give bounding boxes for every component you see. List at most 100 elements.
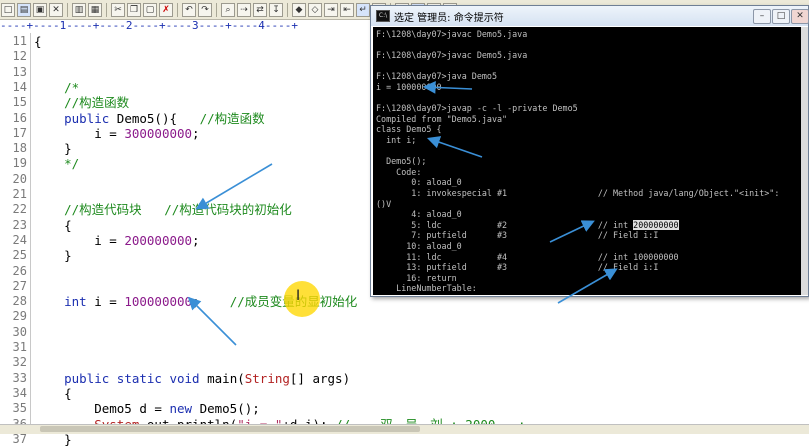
line-number: 37 xyxy=(12,431,27,446)
indent-icon[interactable]: ⇥ xyxy=(324,2,338,17)
line-number: 26 xyxy=(12,263,27,278)
maximize-button[interactable]: □ xyxy=(772,9,790,24)
outdent-icon[interactable]: ⇤ xyxy=(340,2,354,17)
code-line[interactable]: Demo5 d = new Demo5(); xyxy=(34,401,260,416)
console-line: F:\1208\day07>javac Demo5.java xyxy=(376,50,528,61)
save-icon[interactable]: ▣ xyxy=(33,2,47,17)
console-line: Code: xyxy=(376,166,422,177)
new-file-icon[interactable]: □ xyxy=(1,2,15,17)
code-line[interactable]: { xyxy=(34,218,72,233)
line-number: 14 xyxy=(12,79,27,94)
line-number: 16 xyxy=(12,110,27,125)
line-number: 17 xyxy=(12,125,27,140)
console-app-icon: C:\ xyxy=(376,10,390,22)
command-prompt-window[interactable]: C:\ 选定 管理员: 命令提示符 – □ ✕ F:\1208\day07>ja… xyxy=(370,5,809,297)
console-line: F:\1208\day07>java Demo5 xyxy=(376,71,498,82)
console-line: F:\1208\day07>javap -c -l -private Demo5 xyxy=(376,103,578,114)
console-line: Compiled from "Demo5.java" xyxy=(376,113,508,124)
line-number: 33 xyxy=(12,370,27,385)
text-cursor-icon: I xyxy=(296,288,301,304)
console-line: F:\1208\day07>javac Demo5.java xyxy=(376,29,528,39)
console-line: 16: return xyxy=(376,272,457,283)
line-number: 32 xyxy=(12,355,27,370)
find-icon[interactable]: ⌕ xyxy=(221,2,235,17)
toolbar-separator xyxy=(216,2,217,17)
console-line: class Demo5 { xyxy=(376,124,442,135)
replace-icon[interactable]: ⇄ xyxy=(253,2,267,17)
console-line: 13: putfield #3 // Field i:I xyxy=(376,262,659,273)
print-icon[interactable]: ▥ xyxy=(72,2,86,17)
code-line[interactable]: /* xyxy=(34,80,79,95)
line-number: 25 xyxy=(12,248,27,263)
bookmark-next-icon[interactable]: ◇ xyxy=(308,2,322,17)
code-line[interactable]: i = 200000000; xyxy=(34,233,199,248)
console-line: 10: aload_0 xyxy=(376,241,462,251)
line-number: 11 xyxy=(12,34,27,48)
line-number: 12 xyxy=(12,49,27,64)
code-line[interactable]: //构造代码块 //构造代码块的初始化 xyxy=(34,202,292,217)
console-line: 1: invokespecial #1 // Method java/lang/… xyxy=(376,188,780,198)
console-line: int i; xyxy=(376,135,417,145)
open-file-icon[interactable]: ▤ xyxy=(17,2,31,17)
copy-icon[interactable]: ❐ xyxy=(127,2,141,17)
paste-icon[interactable]: ▢ xyxy=(143,2,157,17)
console-line: 4: aload_0 xyxy=(376,209,462,220)
print-preview-icon[interactable]: ▦ xyxy=(88,2,102,17)
word-wrap-icon[interactable]: ↵ xyxy=(356,2,370,17)
redo-icon[interactable]: ↷ xyxy=(198,2,212,17)
code-line[interactable]: { xyxy=(34,386,72,401)
code-line[interactable]: //构造函数 xyxy=(34,95,129,110)
line-number: 34 xyxy=(12,385,27,400)
code-line[interactable]: } xyxy=(34,248,72,263)
line-number-gutter: 11 12 13 14 15 16 17 18 19 20 21 22 23 24 25 26 27 28 29 30… xyxy=(0,33,31,446)
line-number: 24 xyxy=(12,232,27,247)
line-number: 28 xyxy=(12,294,27,309)
console-line: 11: ldc #4 // int 100000000 xyxy=(376,251,679,262)
cut-icon[interactable]: ✂ xyxy=(111,2,125,17)
line-number: 21 xyxy=(12,187,27,201)
console-title: 选定 管理员: 命令提示符 xyxy=(394,12,504,24)
selected-text: 200000000 xyxy=(633,219,679,230)
console-title-bar[interactable]: C:\ 选定 管理员: 命令提示符 – □ ✕ xyxy=(371,6,809,26)
delete-icon[interactable]: ✗ xyxy=(159,2,173,17)
bookmark-icon[interactable]: ◆ xyxy=(292,2,306,17)
console-line: Demo5(); xyxy=(376,156,427,167)
line-number: 18 xyxy=(12,141,27,156)
code-line[interactable]: public static void main(String[] args) xyxy=(34,371,350,386)
line-number: 15 xyxy=(12,95,27,110)
line-number: 35 xyxy=(12,401,27,416)
minimize-button[interactable]: – xyxy=(753,9,771,24)
line-number: 29 xyxy=(12,309,27,324)
console-line: 5: ldc #2 // int 200000000 xyxy=(376,219,679,230)
goto-icon[interactable]: ↧ xyxy=(269,2,283,17)
console-line: 7: putfield #3 // Field i:I xyxy=(376,230,659,241)
close-file-icon[interactable]: ✕ xyxy=(49,2,63,17)
console-vertical-scrollbar[interactable] xyxy=(801,27,808,295)
toolbar-separator xyxy=(67,2,68,17)
toolbar-separator xyxy=(177,2,178,17)
scrollbar-thumb[interactable] xyxy=(40,426,420,432)
line-number: 20 xyxy=(12,171,27,186)
code-line[interactable]: */ xyxy=(34,156,79,171)
code-line[interactable]: } xyxy=(34,141,72,156)
console-line: ()V xyxy=(376,198,392,209)
line-number: 31 xyxy=(12,340,27,354)
toolbar-separator xyxy=(106,2,107,17)
find-next-icon[interactable]: ⇢ xyxy=(237,2,251,17)
close-button[interactable]: ✕ xyxy=(791,9,809,24)
line-number: 13 xyxy=(12,64,27,79)
console-line: i = 100000000 xyxy=(376,82,442,92)
line-number: 22 xyxy=(12,202,27,217)
cursor-highlight xyxy=(284,281,320,317)
line-number: 19 xyxy=(12,156,27,171)
code-line[interactable]: { xyxy=(34,34,42,49)
toolbar-separator xyxy=(287,2,288,17)
line-number: 23 xyxy=(12,217,27,232)
console-line: 0: aload_0 xyxy=(376,177,462,188)
code-line[interactable]: public Demo5(){ //构造函数 xyxy=(34,111,265,126)
undo-icon[interactable]: ↶ xyxy=(182,2,196,17)
console-output[interactable]: F:\1208\day07>javac Demo5.java F:\1208\da… xyxy=(373,27,801,295)
code-line[interactable]: } xyxy=(34,432,72,447)
console-line: LineNumberTable: xyxy=(376,283,477,294)
code-line[interactable]: i = 300000000; xyxy=(34,126,199,141)
